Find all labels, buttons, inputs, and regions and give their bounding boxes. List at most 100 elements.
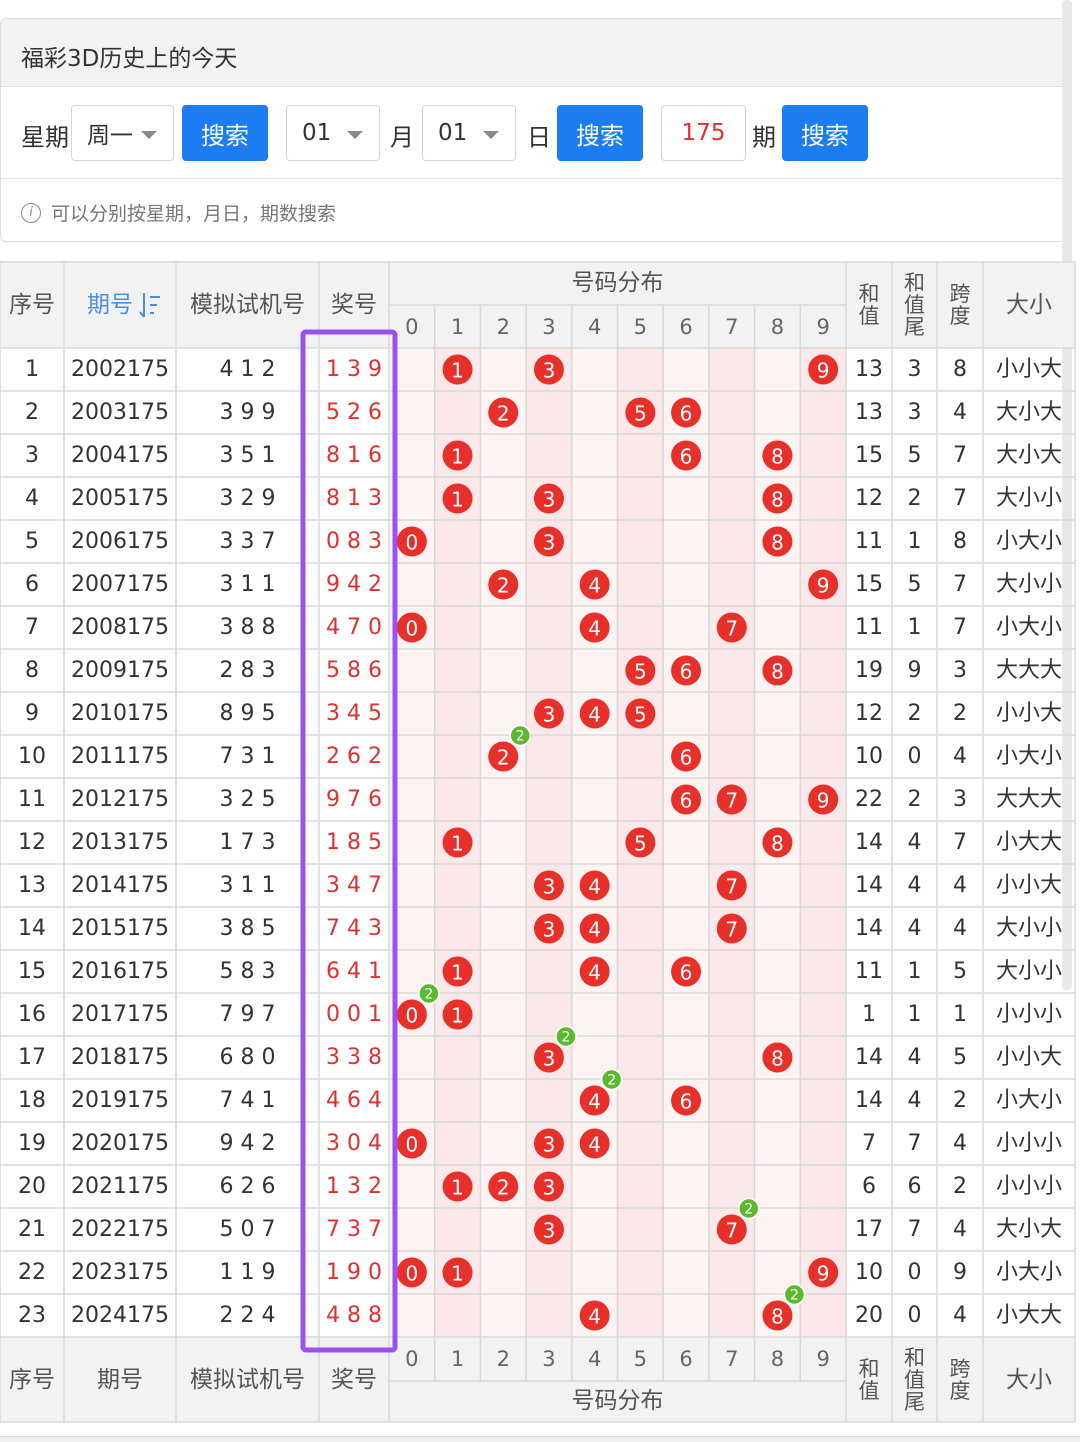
dist-cell-bg [526, 434, 572, 477]
row-prize: 4 7 0 [326, 615, 382, 640]
footer-digit: 9 [816, 1347, 829, 1371]
number-ball-label: 3 [543, 1133, 556, 1157]
date-search-button[interactable]: 搜索 [557, 105, 643, 161]
number-ball-label: 8 [771, 1305, 784, 1329]
row-size: 大小小 [996, 486, 1062, 511]
row-sim: 4 1 2 [220, 357, 276, 382]
number-ball-label: 1 [451, 1176, 464, 1200]
number-ball-label: 1 [451, 1262, 464, 1286]
header-size: 大小 [1006, 292, 1052, 318]
row-seq: 1 [25, 357, 39, 382]
row-prize: 7 3 7 [326, 1217, 382, 1242]
week-select[interactable]: 周一 [71, 105, 174, 161]
row-span: 5 [953, 1045, 967, 1070]
dist-cell-bg [617, 606, 664, 649]
footer-digit: 1 [451, 1347, 464, 1371]
number-ball-label: 5 [634, 402, 647, 426]
dist-cell-bg [708, 993, 755, 1036]
row-sum-tail: 4 [908, 916, 922, 941]
footer-sum-tail: 尾 [904, 1390, 925, 1414]
row-sim: 3 1 1 [220, 572, 276, 597]
row-sum: 14 [855, 1045, 883, 1070]
number-ball-label: 7 [725, 1219, 738, 1243]
row-prize: 7 4 3 [326, 916, 382, 941]
number-ball-label: 8 [771, 660, 784, 684]
day-select-value: 01 [438, 120, 468, 146]
row-sum-tail: 7 [908, 1217, 922, 1242]
dist-cell-bg [434, 1079, 481, 1122]
row-sum: 15 [855, 443, 883, 468]
header-digit: 7 [725, 315, 738, 339]
footer-sum-tail: 和 [904, 1346, 925, 1370]
row-span: 4 [953, 1131, 967, 1156]
row-seq: 15 [18, 959, 46, 984]
week-search-button[interactable]: 搜索 [182, 105, 268, 161]
dist-cell-bg [617, 1036, 664, 1079]
footer-sim: 模拟试机号 [190, 1367, 305, 1393]
month-select[interactable]: 01 [286, 105, 380, 161]
number-ball-label: 4 [588, 961, 601, 985]
row-sum-tail: 5 [908, 572, 922, 597]
dist-cell-bg [708, 950, 755, 993]
number-ball-label: 1 [451, 445, 464, 469]
row-seq: 22 [18, 1260, 46, 1285]
row-sim: 6 2 6 [220, 1174, 276, 1199]
header-issue[interactable]: 期号 [87, 292, 133, 318]
row-size: 大小小 [996, 959, 1062, 984]
repeat-badge-label: 2 [790, 1288, 799, 1304]
info-icon: i [21, 202, 41, 223]
header-digit: 0 [405, 315, 418, 339]
row-issue: 2022175 [71, 1217, 169, 1242]
dist-cell-bg [800, 864, 846, 907]
row-sum-tail: 1 [908, 615, 922, 640]
row-sum: 14 [855, 830, 883, 855]
month-select-value: 01 [302, 120, 332, 146]
header-prize: 奖号 [331, 292, 377, 318]
issue-search-button[interactable]: 搜索 [782, 105, 868, 161]
row-sum-tail: 5 [908, 443, 922, 468]
row-sum-tail: 0 [908, 1303, 922, 1328]
number-ball-label: 6 [680, 402, 693, 426]
dist-cell-bg [708, 1122, 755, 1165]
row-sum: 7 [862, 1131, 876, 1156]
row-seq: 17 [18, 1045, 46, 1070]
dist-cell-bg [434, 520, 481, 563]
header-digit: 6 [679, 315, 692, 339]
row-size: 小大大 [996, 830, 1062, 855]
row-sum-tail: 0 [908, 744, 922, 769]
dist-cell-bg [800, 477, 846, 520]
row-span: 2 [953, 701, 967, 726]
row-prize: 1 3 9 [326, 357, 382, 382]
number-ball-label: 6 [680, 961, 693, 985]
issue-input[interactable]: 175 [661, 105, 746, 161]
dist-cell-bg [617, 1251, 664, 1294]
day-select[interactable]: 01 [422, 105, 516, 161]
dist-cell-bg [526, 1251, 572, 1294]
dist-cell-bg [434, 735, 481, 778]
number-ball-label: 8 [771, 445, 784, 469]
chevron-down-icon [141, 131, 157, 139]
row-sum: 15 [855, 572, 883, 597]
row-issue: 2024175 [71, 1303, 169, 1328]
number-ball-label: 4 [588, 1090, 601, 1114]
row-size: 小小小 [996, 1131, 1062, 1156]
row-sim: 5 0 7 [220, 1217, 276, 1242]
issue-label: 期 [752, 123, 776, 152]
number-ball-label: 6 [680, 1090, 693, 1114]
dist-cell-bg [708, 735, 755, 778]
row-size: 大大大 [996, 787, 1062, 812]
row-size: 小大小 [996, 529, 1062, 554]
footer-digit: 4 [588, 1347, 601, 1371]
dist-cell-bg [800, 520, 846, 563]
row-issue: 2005175 [71, 486, 169, 511]
row-prize: 1 8 5 [326, 830, 382, 855]
dist-cell-bg [800, 735, 846, 778]
dist-cell-bg [434, 907, 481, 950]
dist-cell-bg [526, 950, 572, 993]
row-prize: 3 3 8 [326, 1045, 382, 1070]
number-ball-label: 3 [543, 1047, 556, 1071]
row-sim: 3 3 7 [220, 529, 276, 554]
row-size: 小大小 [996, 1088, 1062, 1113]
repeat-badge-label: 2 [607, 1073, 616, 1089]
header-digit: 4 [588, 315, 601, 339]
